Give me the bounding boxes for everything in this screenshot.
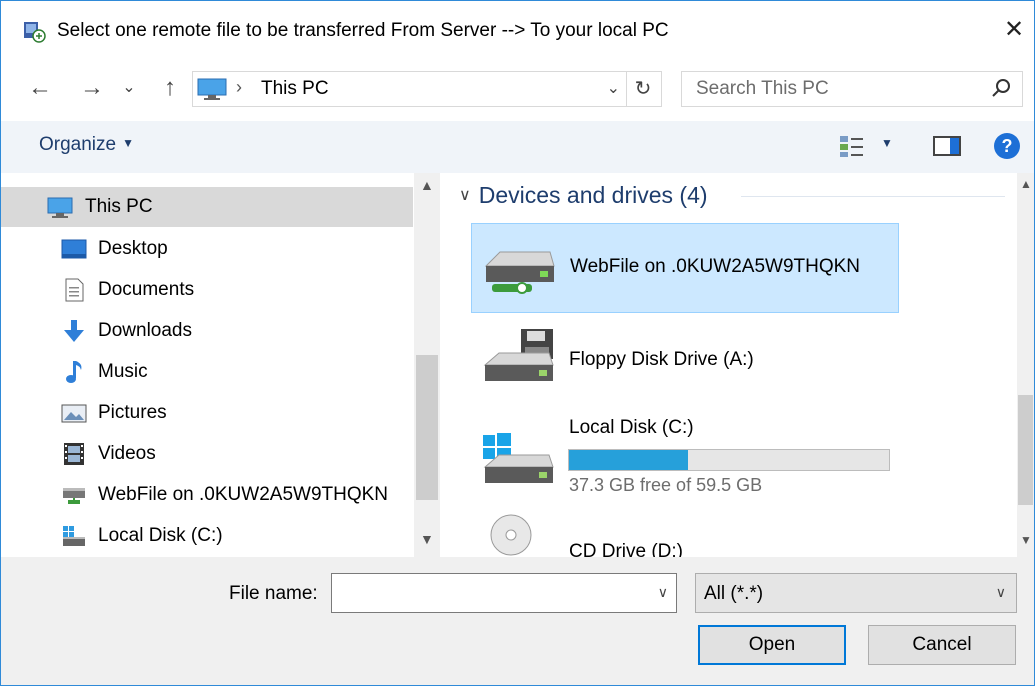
file-name-input[interactable] — [336, 578, 640, 608]
sidebar-item-downloads[interactable]: Downloads — [1, 311, 413, 351]
chevron-down-icon[interactable]: ∨ — [459, 187, 471, 204]
chevron-down-icon[interactable]: ▼ — [1020, 533, 1032, 547]
drive-name: Floppy Disk Drive (A:) — [569, 349, 754, 370]
sidebar-item-label: Local Disk (C:) — [98, 525, 223, 546]
file-name-combobox[interactable]: ∨ — [331, 573, 677, 613]
scrollbar-thumb[interactable] — [416, 355, 438, 500]
group-header-label: Devices and drives (4) — [478, 182, 708, 208]
sidebar-item-label: Documents — [98, 279, 195, 300]
drive-tile-floppy[interactable]: Floppy Disk Drive (A:) — [471, 319, 897, 407]
sidebar-item-desktop[interactable]: Desktop — [1, 229, 413, 269]
sidebar-item-local-disk[interactable]: Local Disk (C:) — [1, 516, 413, 556]
up-button[interactable]: ↑ — [155, 73, 185, 103]
file-type-value: All (*.*) — [704, 583, 764, 604]
navigation-pane-scrollbar[interactable]: ▲ ▼ — [414, 173, 440, 557]
sidebar-item-label: WebFile on .0KUW2A5W9THQKN — [98, 484, 389, 505]
group-header[interactable]: ∨ Devices and drives (4) — [459, 182, 708, 209]
sidebar-item-label: This PC — [85, 196, 153, 217]
chevron-down-icon[interactable]: ∨ — [996, 584, 1006, 601]
change-view-icon[interactable] — [839, 134, 865, 158]
network-drive-icon — [63, 488, 85, 504]
drive-name: Local Disk (C:) — [569, 417, 694, 438]
sidebar-item-label: Videos — [98, 443, 156, 464]
cd-drive-icon — [490, 514, 532, 556]
downloads-icon — [64, 320, 84, 342]
navigation-bar: ← → ⌄ ↑ › This PC ⌄ ↻ Search This PC — [1, 59, 1034, 121]
back-button[interactable]: ← — [25, 73, 55, 103]
file-type-filter[interactable]: All (*.*) ∨ — [695, 573, 1017, 613]
desktop-icon — [61, 239, 87, 259]
cancel-button[interactable]: Cancel — [868, 625, 1016, 665]
scrollbar-thumb[interactable] — [1018, 395, 1033, 505]
drive-tile-local-disk[interactable]: Local Disk (C:) 37.3 GB free of 59.5 GB — [471, 405, 897, 495]
videos-icon — [64, 443, 84, 465]
organize-label: Organize — [39, 134, 117, 155]
sidebar-item-pictures[interactable]: Pictures — [1, 393, 413, 433]
documents-icon — [65, 278, 84, 302]
caret-down-icon: ▼ — [122, 136, 134, 150]
file-name-label: File name: — [229, 583, 318, 604]
address-bar[interactable]: › This PC ⌄ — [192, 71, 627, 107]
sidebar-item-label: Pictures — [98, 402, 167, 423]
window-title: Select one remote file to be transferred… — [57, 20, 669, 41]
chevron-down-icon[interactable]: ⌄ — [607, 78, 620, 98]
sidebar-item-label: Music — [98, 361, 148, 382]
disk-free-space: 37.3 GB free of 59.5 GB — [569, 475, 763, 495]
sidebar-item-webfile[interactable]: WebFile on .0KUW2A5W9THQKN — [1, 475, 413, 515]
app-icon — [24, 22, 46, 43]
sidebar-item-label: Desktop — [98, 238, 168, 259]
title-bar: Select one remote file to be transferred… — [1, 1, 1034, 59]
drive-name: CD Drive (D:) — [569, 541, 683, 557]
disk-usage-bar — [568, 449, 890, 471]
search-icon[interactable] — [990, 77, 1012, 99]
group-divider — [741, 196, 1005, 197]
content-pane: ∨ Devices and drives (4) WebFile on .0KUW… — [441, 173, 1034, 557]
chevron-up-icon[interactable]: ▲ — [1020, 177, 1032, 191]
content-pane-scrollbar[interactable]: ▲ ▼ — [1017, 173, 1034, 557]
refresh-button[interactable]: ↻ — [625, 71, 662, 107]
floppy-drive-icon — [483, 329, 554, 381]
sidebar-item-documents[interactable]: Documents — [1, 270, 413, 310]
pc-icon — [197, 78, 227, 100]
pictures-icon — [61, 404, 87, 423]
chevron-down-icon[interactable]: ▼ — [420, 531, 434, 547]
file-open-dialog: Select one remote file to be transferred… — [0, 0, 1035, 686]
preview-pane-icon[interactable] — [933, 136, 961, 156]
chevron-up-icon[interactable]: ▲ — [420, 177, 434, 193]
drive-name: WebFile on .0KUW2A5W9THQKN — [570, 256, 861, 277]
recent-locations-button[interactable]: ⌄ — [119, 73, 139, 103]
windows-disk-icon — [483, 433, 554, 483]
sidebar-item-this-pc[interactable]: This PC — [1, 187, 413, 227]
caret-down-icon[interactable]: ▼ — [881, 136, 893, 150]
chevron-down-icon[interactable]: ∨ — [658, 584, 668, 601]
sidebar-item-label: Downloads — [98, 320, 192, 341]
search-box[interactable]: Search This PC — [681, 71, 1023, 107]
open-button[interactable]: Open — [698, 625, 846, 665]
navigation-pane: This PC Desktop Documents Downloads Musi… — [1, 173, 441, 557]
drive-tile-cd[interactable]: CD Drive (D:) — [471, 501, 897, 557]
drive-tile-webfile[interactable]: WebFile on .0KUW2A5W9THQKN — [471, 223, 899, 313]
pc-icon — [47, 197, 73, 218]
search-input[interactable]: Search This PC — [696, 78, 829, 100]
breadcrumb-separator: › — [236, 77, 242, 97]
sidebar-item-music[interactable]: Music — [1, 352, 413, 392]
organize-menu[interactable]: Organize ▼ — [39, 134, 134, 156]
forward-button[interactable]: → — [77, 73, 107, 103]
sidebar-item-videos[interactable]: Videos — [1, 434, 413, 474]
dialog-footer: File name: ∨ All (*.*) ∨ Open Cancel — [1, 557, 1034, 685]
network-drive-icon — [484, 251, 555, 294]
command-bar: Organize ▼ ▼ ? — [1, 121, 1034, 173]
help-icon[interactable]: ? — [994, 133, 1020, 159]
disk-usage-fill — [569, 450, 689, 470]
breadcrumb[interactable]: This PC — [261, 78, 329, 100]
close-icon[interactable]: ✕ — [1000, 15, 1028, 45]
local-disk-icon — [63, 526, 85, 546]
music-icon — [66, 361, 82, 383]
